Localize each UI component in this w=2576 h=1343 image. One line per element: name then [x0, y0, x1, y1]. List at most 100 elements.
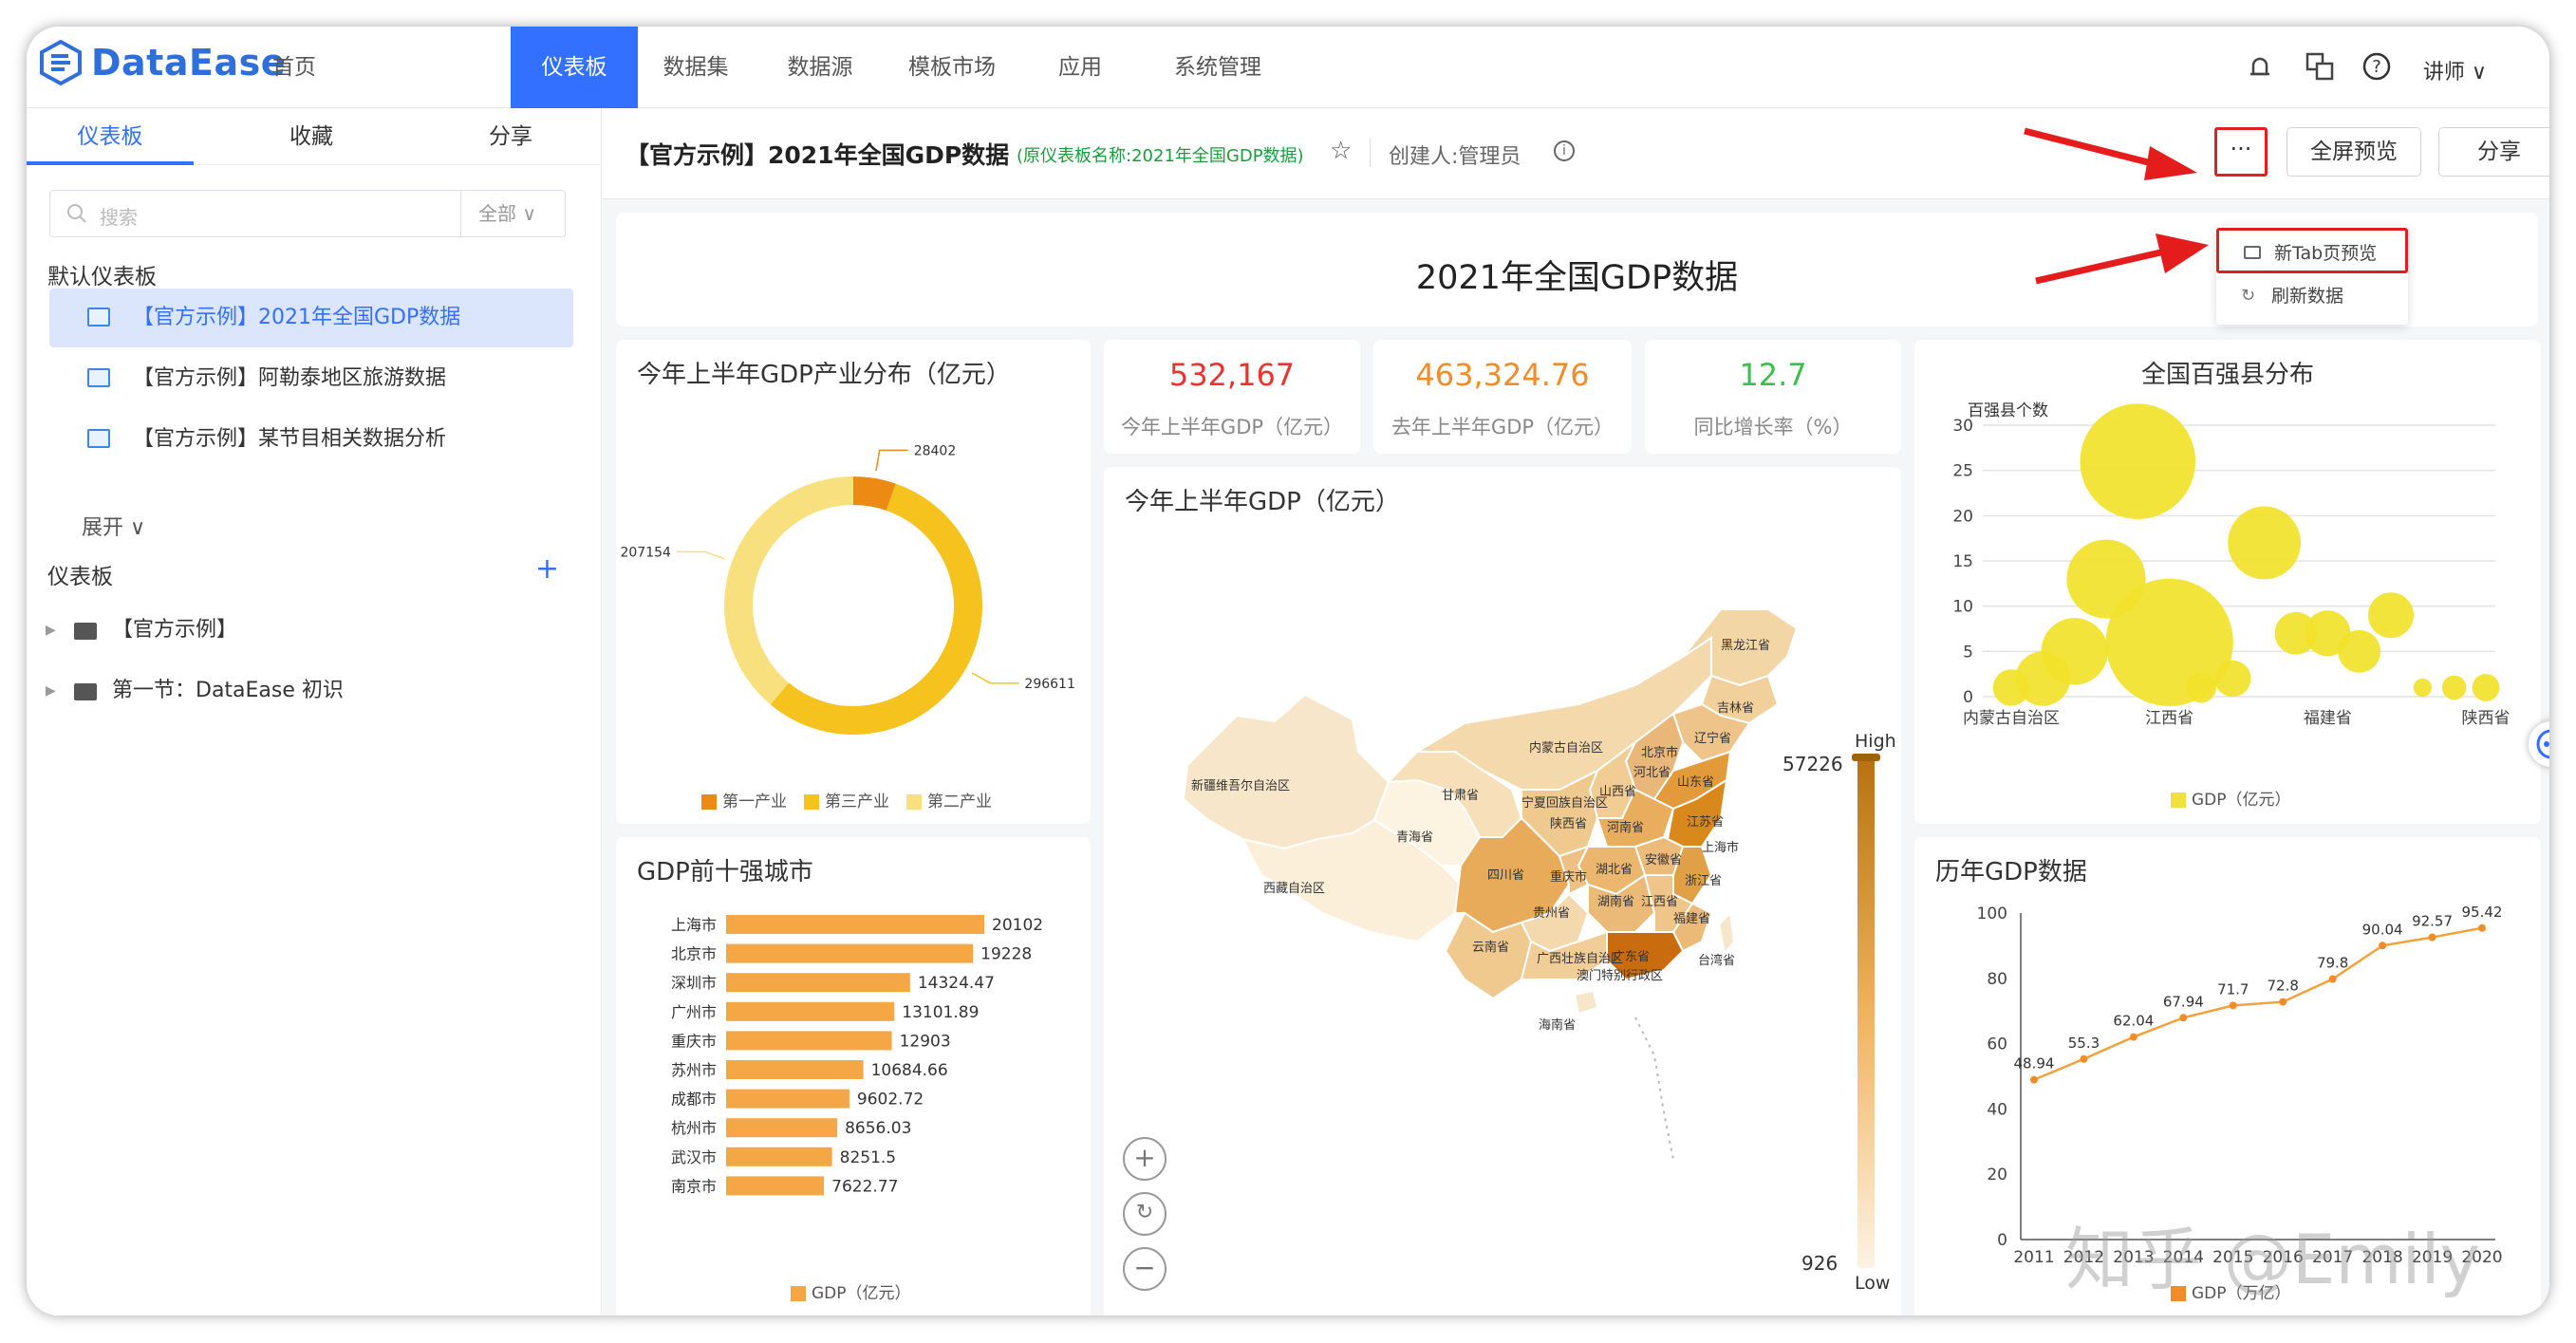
nav-dataset[interactable]: 数据集 [648, 27, 743, 108]
folder-item[interactable]: ▶ 【官方示例】 [46, 611, 237, 649]
map-label: 北京市 [1641, 745, 1678, 760]
nav-home[interactable]: 首页 [247, 27, 342, 108]
visual-map-handle[interactable] [1852, 754, 1880, 761]
map-label: 江西省 [1641, 895, 1678, 909]
tab-share[interactable]: 分享 [425, 108, 596, 165]
data-label: 67.94 [2163, 993, 2204, 1010]
kpi-label: 今年上半年GDP（亿元） [1120, 416, 1344, 438]
folder-item[interactable]: ▶ 第一节：DataEase 初识 [46, 672, 344, 710]
search-filter-select[interactable]: 全部 ∨ [460, 191, 567, 236]
data-label: 90.04 [2362, 921, 2403, 938]
creator-label: 创建人:管理员 [1389, 145, 1521, 169]
map-label: 宁夏回族自治区 [1521, 795, 1608, 811]
expand-toggle[interactable]: 展开 ∨ [82, 511, 145, 541]
caret-right-icon[interactable]: ▶ [46, 672, 56, 710]
legend-item[interactable]: 第一产业 [701, 788, 787, 811]
china-map[interactable]: 新疆维吾尔自治区 西藏自治区 青海省 甘肃省 内蒙古自治区 黑龙江省 吉林省 辽… [1104, 467, 1901, 1315]
dashboard-icon [87, 308, 110, 326]
notification-icon[interactable] [2246, 53, 2274, 82]
add-dashboard-button[interactable]: + [535, 552, 559, 586]
help-icon[interactable]: ? [2361, 51, 2392, 82]
y-tick-label: 20 [1952, 507, 1973, 526]
nav-datasource[interactable]: 数据源 [773, 27, 868, 108]
zoom-out-button[interactable]: − [1123, 1247, 1167, 1291]
menu-refresh-data[interactable]: ↻ 刷新数据 [2216, 273, 2408, 319]
map-label: 黑龙江省 [1721, 639, 1770, 653]
x-tick-label: 陕西省 [2462, 709, 2511, 728]
map-label: 上海市 [1702, 840, 1739, 855]
legend-item[interactable]: 第三产业 [804, 788, 889, 811]
kpi-card: 463,324.76 去年上半年GDP（亿元） [1373, 340, 1632, 454]
map-label: 浙江省 [1685, 874, 1722, 888]
map-label: 青海省 [1396, 830, 1433, 845]
y-tick-label: 5 [1963, 643, 1973, 662]
monitor-icon [2244, 246, 2261, 259]
nav-apps[interactable]: 应用 [1042, 27, 1118, 108]
reset-view-button[interactable]: ↻ [1123, 1192, 1167, 1236]
more-button[interactable]: ··· [2214, 127, 2268, 177]
assistant-bot-button[interactable] [2529, 721, 2549, 767]
zoom-in-button[interactable]: + [1123, 1137, 1167, 1181]
data-point [2080, 1054, 2088, 1063]
top-navigation: DataEase 首页 仪表板 数据集 数据源 模板市场 应用 系统管理 ? 讲… [27, 27, 2549, 108]
caret-right-icon[interactable]: ▶ [46, 611, 56, 649]
fullscreen-preview-button[interactable]: 全屏预览 [2287, 127, 2421, 177]
bar [726, 943, 974, 963]
kpi-card: 12.7 同比增长率（%） [1645, 340, 1901, 454]
data-label: 19228 [980, 945, 1032, 964]
hbar-chart-panel: GDP前十强城市 上海市 20102 北京市 19228 深圳市 14324.47 广州市 1… [616, 837, 1091, 1315]
search-input[interactable]: 搜索 [100, 202, 138, 230]
legend-swatch [791, 1286, 806, 1301]
data-label: 12903 [900, 1032, 951, 1051]
map-label: 重庆市 [1550, 869, 1587, 885]
map-label: 湖南省 [1597, 894, 1634, 909]
slice-label: 207154 [620, 545, 671, 560]
data-label: 20102 [992, 916, 1043, 935]
dashboard-icon [87, 429, 110, 448]
share-button[interactable]: 分享 [2438, 127, 2549, 177]
legend-swatch [906, 794, 922, 810]
y-tick-label: 40 [1987, 1100, 2007, 1119]
y-axis-label: 百强县个数 [1968, 401, 2048, 420]
chart-legend: 第一产业 第三产业 第二产业 [701, 788, 992, 811]
map-label: 广东省 [1613, 950, 1650, 964]
bubble-point [2441, 675, 2467, 700]
user-menu[interactable]: 讲师 ∨ [2423, 55, 2487, 85]
nav-dashboard[interactable]: 仪表板 [511, 27, 638, 108]
default-dashboard-item[interactable]: 【官方示例】阿勒泰地区旅游数据 [49, 349, 573, 408]
visual-map-max: 57226 [1783, 753, 1843, 775]
y-tick-label: 杭州市 [671, 1119, 717, 1137]
region-taiwan[interactable] [1717, 910, 1736, 956]
y-tick-label: 0 [1963, 688, 1973, 707]
data-label: 71.7 [2217, 980, 2249, 998]
nav-template-market[interactable]: 模板市场 [890, 27, 1014, 108]
legend-swatch [701, 794, 717, 810]
data-label: 8656.03 [845, 1119, 911, 1138]
menu-new-tab-preview[interactable]: 新Tab页预览 [2216, 228, 2408, 273]
info-icon[interactable]: i [1554, 140, 1575, 161]
search-icon [67, 204, 86, 223]
region-hainan[interactable] [1573, 989, 1599, 1016]
bubble-point [2368, 592, 2414, 639]
y-tick-label: 深圳市 [671, 974, 717, 992]
map-panel: 今年上半年GDP（亿元） 新疆维吾尔自治区 西藏自治区 青海省 甘肃省 内蒙古自… [1104, 467, 1901, 1315]
kpi-value: 12.7 [1739, 357, 1807, 393]
bar [726, 1031, 892, 1051]
default-dashboard-item[interactable]: 【官方示例】2021年全国GDP数据 [49, 289, 573, 347]
visual-map-bar[interactable] [1857, 754, 1875, 1268]
kpi-card: 532,167 今年上半年GDP（亿元） [1104, 340, 1360, 454]
search-box[interactable]: 搜索 全部 ∨ [49, 190, 566, 237]
bubble-point [2472, 674, 2500, 701]
default-dashboard-item[interactable]: 【官方示例】某节目相关数据分析 [49, 410, 573, 469]
tab-favorites[interactable]: 收藏 [226, 108, 397, 165]
data-label: 55.3 [2068, 1035, 2100, 1052]
translate-icon[interactable] [2305, 51, 2335, 82]
tab-dashboards[interactable]: 仪表板 [27, 108, 194, 165]
y-tick-label: 成都市 [671, 1091, 717, 1109]
nav-system-management[interactable]: 系统管理 [1147, 27, 1289, 108]
region-xinjiang[interactable] [1182, 693, 1391, 850]
y-tick-label: 重庆市 [671, 1032, 717, 1050]
divider [1370, 139, 1371, 167]
legend-item[interactable]: 第二产业 [906, 788, 992, 811]
star-icon[interactable]: ☆ [1330, 137, 1352, 165]
